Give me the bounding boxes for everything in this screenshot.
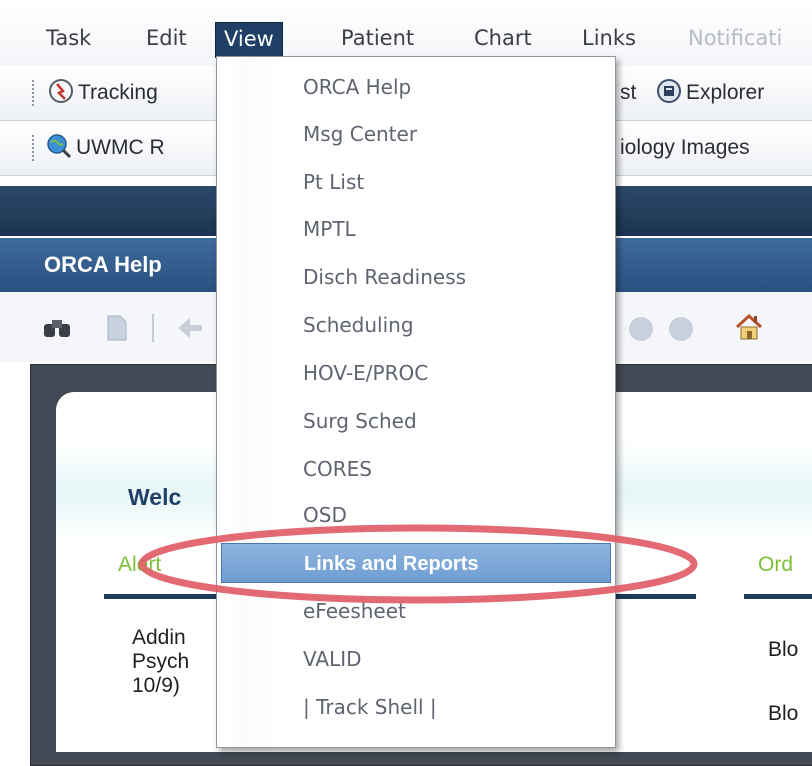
view-menu-item-msg-center[interactable]: Msg Center: [217, 114, 615, 154]
view-menu-item-disch-readiness[interactable]: Disch Readiness: [217, 257, 615, 297]
tracking-button[interactable]: Tracking: [48, 76, 158, 110]
view-menu-item-track-shell[interactable]: | Track Shell |: [217, 687, 615, 727]
view-menu-item-links-and-reports[interactable]: Links and Reports: [221, 543, 611, 583]
view-menu-item-hov-e-proc[interactable]: HOV-E/PROC: [217, 353, 615, 393]
view-menu-item-orca-help[interactable]: ORCA Help: [217, 67, 615, 107]
view-menu-item-osd[interactable]: OSD: [217, 495, 615, 535]
menu-notifications[interactable]: Notificati: [680, 22, 790, 56]
globe-search-icon: [47, 134, 72, 159]
view-menu-item-valid[interactable]: VALID: [217, 639, 615, 679]
alert-line: Addin: [132, 626, 186, 649]
view-menu-item-surg-sched[interactable]: Surg Sched: [217, 401, 615, 441]
menu-edit[interactable]: Edit: [138, 22, 195, 56]
welcome-heading: Welc: [128, 484, 182, 510]
view-menu-item-mptl[interactable]: MPTL: [217, 209, 615, 249]
explorer-button[interactable]: Explorer: [656, 76, 764, 110]
back-arrow-icon[interactable]: [176, 316, 206, 340]
tracking-label: Tracking: [78, 81, 158, 104]
menu-view[interactable]: View: [215, 22, 283, 58]
document-icon[interactable]: [106, 314, 128, 342]
alert-line: Psych: [132, 650, 190, 673]
uwmc-label: UWMC R: [76, 136, 165, 159]
binoculars-icon[interactable]: [42, 316, 72, 340]
toolbar-grip[interactable]: [32, 80, 38, 106]
alert-section-title: Alert: [118, 553, 162, 576]
explorer-label: Explorer: [686, 81, 765, 104]
menu-links[interactable]: Links: [574, 22, 644, 56]
menu-chart[interactable]: Chart: [466, 22, 540, 56]
circle-button-icon[interactable]: [628, 316, 654, 342]
section-divider: [744, 594, 812, 599]
toolbar-divider: [152, 314, 154, 342]
view-menu-item-cores[interactable]: CORES: [217, 449, 615, 489]
tracking-icon: [49, 79, 73, 103]
alert-line: 10/9): [132, 674, 180, 697]
orca-help-title: ORCA Help: [44, 252, 162, 277]
toolbar-partial-label[interactable]: st: [620, 76, 636, 110]
view-menu-dropdown: ORCA Help Msg Center Pt List MPTL Disch …: [216, 56, 616, 748]
view-menu-item-efeesheet[interactable]: eFeesheet: [217, 591, 615, 631]
orders-section-title: Ord: [758, 553, 794, 576]
alert-text: Addin Psych 10/9): [132, 626, 189, 698]
circle-button-icon[interactable]: [668, 316, 694, 342]
menu-task[interactable]: Task: [38, 22, 99, 56]
toolbar-grip[interactable]: [32, 135, 38, 161]
orders-line: Blo: [768, 638, 799, 661]
view-menu-item-scheduling[interactable]: Scheduling: [217, 305, 615, 345]
uwmc-button[interactable]: UWMC R: [46, 131, 165, 165]
view-menu-item-pt-list[interactable]: Pt List: [217, 162, 615, 202]
menu-patient[interactable]: Patient: [333, 22, 422, 56]
home-icon[interactable]: [734, 312, 764, 342]
radiology-images-button[interactable]: iology Images: [620, 131, 750, 165]
orders-line: Blo: [768, 702, 799, 725]
explorer-icon: [657, 79, 681, 103]
